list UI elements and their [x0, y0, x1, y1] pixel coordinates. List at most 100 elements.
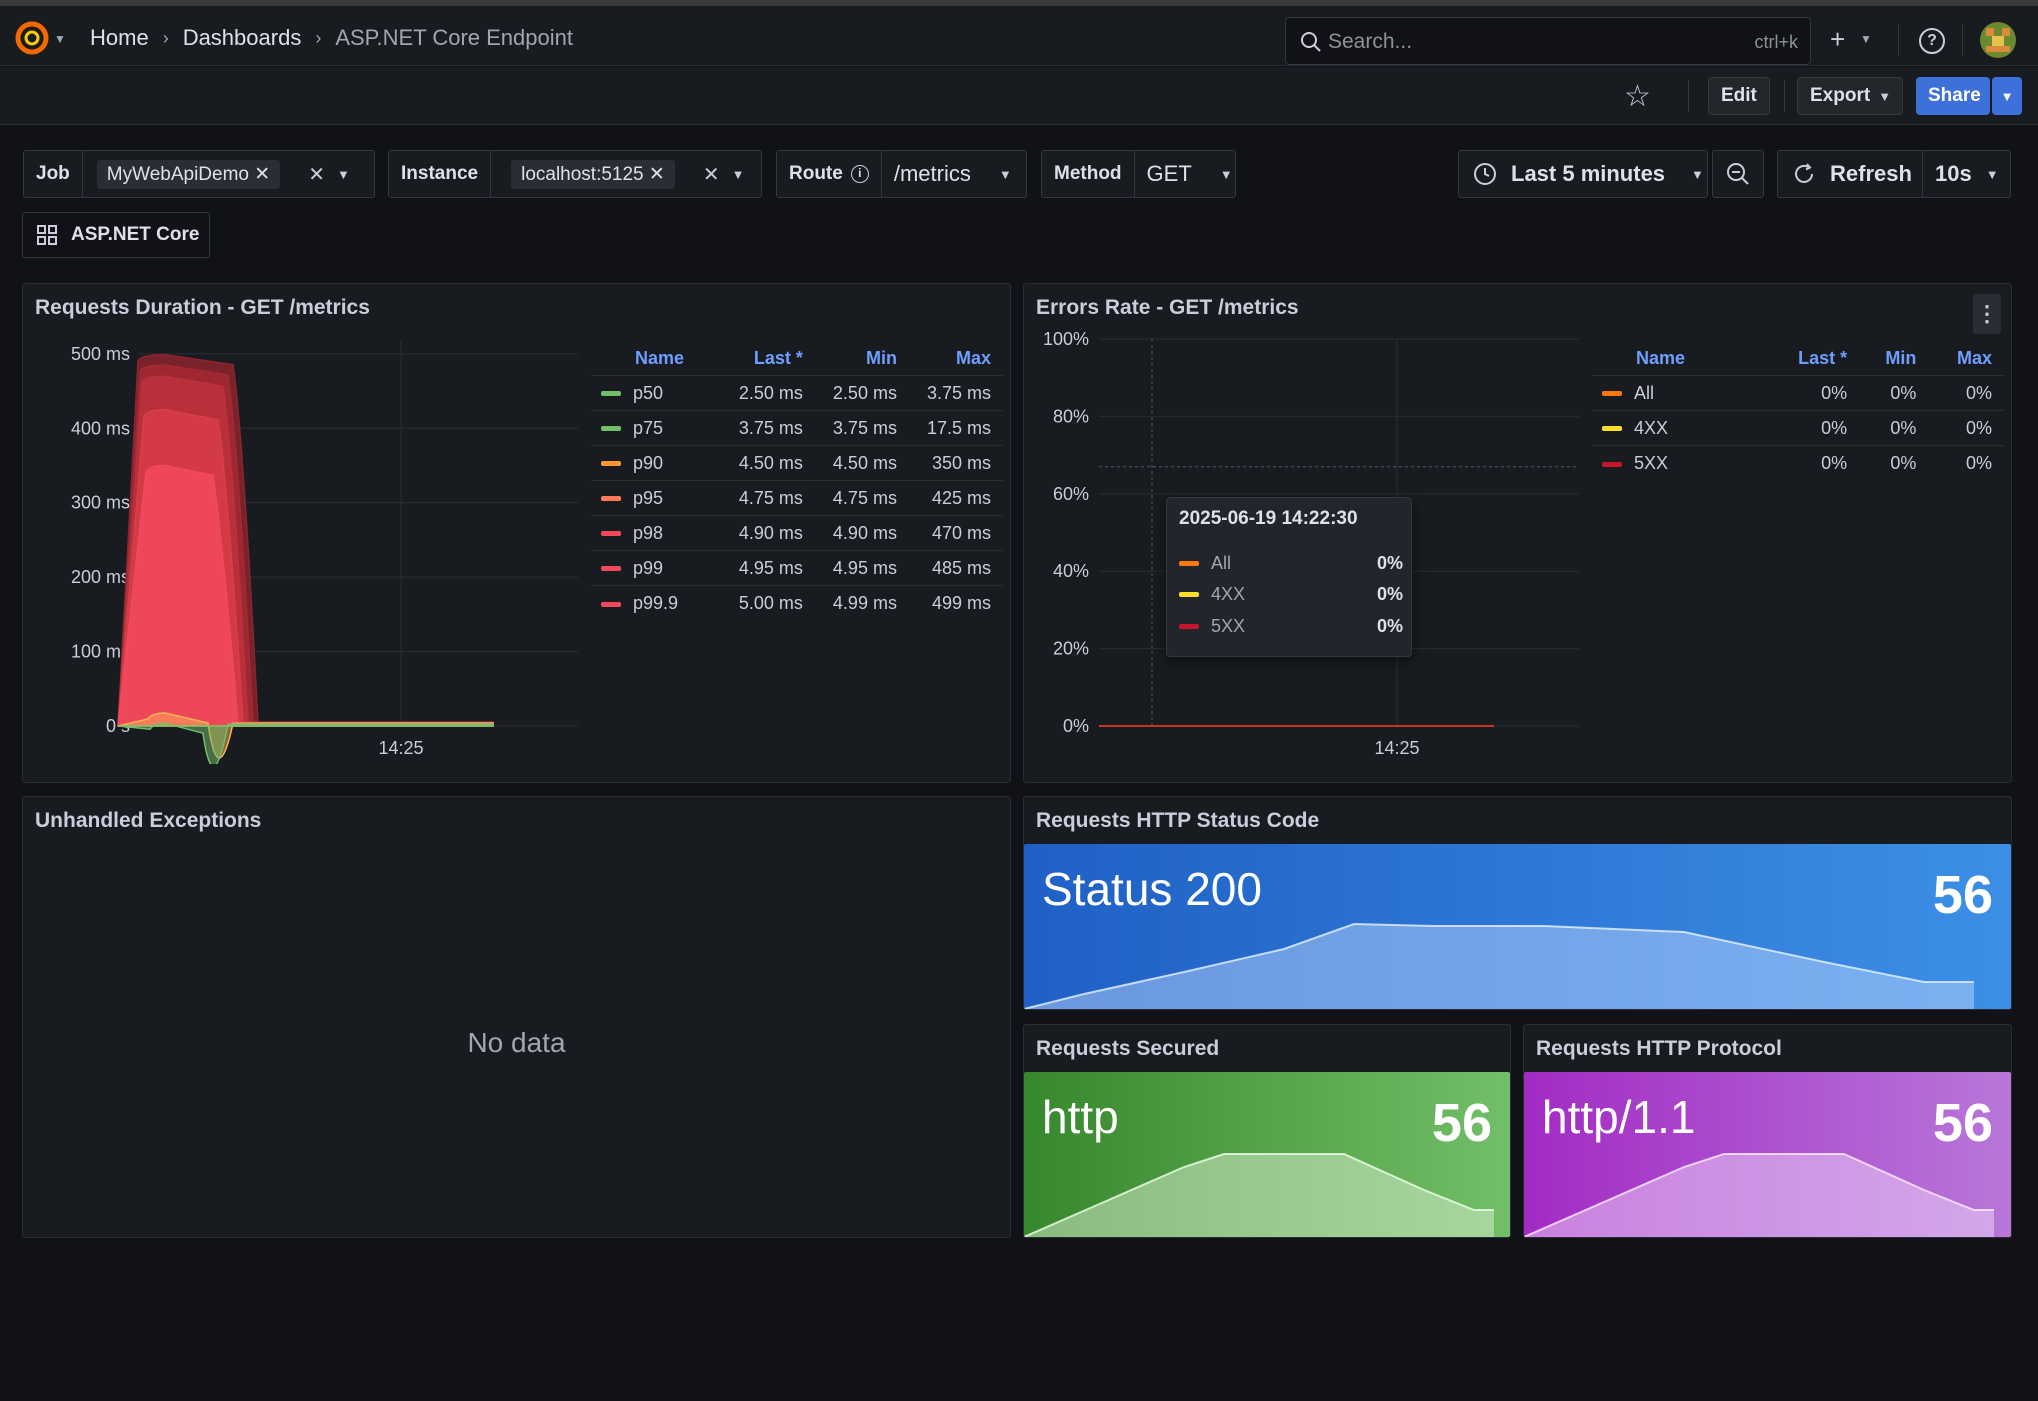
breadcrumb-dashboards[interactable]: Dashboards	[183, 25, 302, 51]
clear-icon[interactable]: ✕	[703, 162, 720, 187]
legend-row[interactable]: p99.9 5.00 ms 4.99 ms 499 ms	[591, 585, 1003, 621]
legend-header[interactable]: Name	[591, 342, 721, 376]
panel-requests-secured[interactable]: Requests Secured http 56	[1023, 1024, 1511, 1238]
chevron-down-icon: ▼	[1219, 166, 1233, 182]
info-icon[interactable]: i	[850, 165, 869, 183]
legend-row[interactable]: 4XX 0% 0% 0%	[1592, 410, 2004, 446]
chevron-down-icon: ▼	[1878, 88, 1892, 104]
remove-chip-icon[interactable]: ✕	[649, 164, 665, 185]
clear-icon[interactable]: ✕	[308, 162, 325, 187]
chevron-down-icon: ▼	[998, 166, 1012, 182]
panel-unhandled-exceptions[interactable]: Unhandled Exceptions No data	[22, 796, 1011, 1238]
panel-title: Requests Duration - GET /metrics	[35, 296, 370, 319]
legend-row[interactable]: All 0% 0% 0%	[1592, 375, 2004, 411]
x-tick-label: 14:25	[1374, 738, 1419, 758]
tooltip-row-value: 0%	[1376, 584, 1403, 604]
grafana-logo-icon[interactable]	[14, 20, 50, 56]
dashboard-link-button[interactable]: ASP.NET Core	[22, 212, 210, 258]
refresh-interval-picker[interactable]: 10s ▼	[1922, 150, 2011, 198]
stat-value: 56	[1431, 1093, 1492, 1153]
zoom-out-button[interactable]	[1712, 150, 1764, 198]
export-label: Export	[1810, 85, 1871, 106]
legend-header[interactable]: Last *	[1761, 342, 1859, 376]
breadcrumb-home[interactable]: Home	[90, 25, 149, 51]
export-button[interactable]: Export ▼	[1797, 77, 1903, 115]
time-range-picker[interactable]: Last 5 minutes ▼	[1458, 150, 1708, 198]
share-options-button[interactable]: ▼	[1992, 77, 2022, 115]
duration-legend: Name Last * Min Max p50 2.50 ms 2.50 ms 3.75 ms…	[591, 342, 1003, 621]
tooltip-row-name: 4XX	[1211, 584, 1246, 604]
variable-instance-value: localhost:5125	[521, 163, 644, 185]
divider	[1962, 24, 1963, 56]
errors-legend: Name Last * Min Max All 0% 0% 0% 4XX 0% 0% 0% 5XX 0% 0…	[1592, 342, 2004, 481]
legend-last: 0%	[1760, 375, 1860, 411]
panel-requests-duration[interactable]: Requests Duration - GET /metrics 0 s100 …	[22, 283, 1011, 783]
chevron-down-icon[interactable]: ▼	[337, 167, 350, 182]
legend-header[interactable]: Name	[1592, 342, 1761, 376]
legend-row[interactable]: p99 4.95 ms 4.95 ms 485 ms	[591, 550, 1003, 586]
legend-max: 0%	[1928, 445, 2004, 481]
legend-row[interactable]: p75 3.75 ms 3.75 ms 17.5 ms	[591, 410, 1003, 446]
legend-max: 17.5 ms	[908, 410, 1003, 446]
legend-min: 3.75 ms	[814, 410, 909, 446]
panel-title: Requests Secured	[1036, 1037, 1220, 1060]
legend-row[interactable]: p95 4.75 ms 4.75 ms 425 ms	[591, 480, 1003, 516]
variable-method-select[interactable]: GET ▼	[1135, 161, 1245, 187]
zoom-out-icon	[1727, 163, 1749, 185]
legend-header[interactable]: Min	[815, 342, 909, 376]
panel-http-status-code[interactable]: Requests HTTP Status Code Status 200 56	[1023, 796, 2012, 1010]
duration-chart[interactable]: 0 s100 ms200 ms300 ms400 ms500 ms14:25	[23, 324, 593, 764]
avatar[interactable]	[1980, 22, 2016, 58]
legend-header[interactable]: Min	[1859, 342, 1928, 376]
variable-job-chip[interactable]: MyWebApiDemo ✕	[96, 159, 281, 189]
star-icon[interactable]: ☆	[1624, 79, 1651, 114]
stat-value: 56	[1932, 1093, 1993, 1153]
dashboard-link-label: ASP.NET Core	[71, 224, 200, 245]
panel-http-protocol[interactable]: Requests HTTP Protocol http/1.1 56	[1523, 1024, 2012, 1238]
legend-row[interactable]: p90 4.50 ms 4.50 ms 350 ms	[591, 445, 1003, 481]
help-icon[interactable]: ?	[1919, 28, 1945, 54]
legend-last: 3.75 ms	[720, 410, 815, 446]
variable-job-label: Job	[24, 151, 83, 197]
chevron-right-icon: ›	[162, 27, 169, 48]
panel-title: Unhandled Exceptions	[35, 809, 262, 832]
chevron-down-icon[interactable]: ▼	[1860, 32, 1872, 46]
legend-header[interactable]: Max	[1928, 342, 2004, 376]
series-swatch	[1602, 426, 1622, 432]
y-tick-label: 200 ms	[71, 567, 130, 587]
variable-route-select[interactable]: /metrics ▼	[882, 161, 1024, 187]
legend-row[interactable]: 5XX 0% 0% 0%	[1592, 445, 2004, 481]
share-button[interactable]: Share	[1916, 77, 1990, 115]
divider	[1688, 80, 1689, 112]
legend-header[interactable]: Max	[909, 342, 1003, 376]
edit-button[interactable]: Edit	[1708, 77, 1770, 115]
legend-last: 4.95 ms	[720, 550, 815, 586]
chevron-down-icon: ▼	[1985, 166, 1999, 182]
legend-row[interactable]: p50 2.50 ms 2.50 ms 3.75 ms	[591, 375, 1003, 411]
legend-header[interactable]: Last *	[721, 342, 815, 376]
tooltip-row-value: 0%	[1376, 616, 1403, 636]
legend-min: 0%	[1859, 375, 1929, 411]
breadcrumb-current: ASP.NET Core Endpoint	[335, 25, 573, 50]
panel-menu-icon[interactable]: ⋮	[1973, 294, 2001, 334]
legend-min: 4.75 ms	[814, 480, 909, 516]
chevron-down-icon[interactable]: ▼	[54, 32, 66, 46]
legend-row[interactable]: p98 4.90 ms 4.90 ms 470 ms	[591, 515, 1003, 551]
add-icon[interactable]: +	[1830, 24, 1845, 55]
y-tick-label: 100%	[1043, 329, 1089, 349]
legend-last: 0%	[1760, 445, 1860, 481]
variable-instance-label: Instance	[389, 151, 492, 197]
variable-instance: Instance localhost:5125 ✕ ✕ ▼	[388, 150, 762, 198]
chevron-down-icon[interactable]: ▼	[732, 167, 745, 182]
apps-icon	[37, 225, 57, 245]
series-swatch	[601, 461, 621, 467]
clock-icon	[1474, 163, 1496, 185]
y-tick-label: 400 ms	[71, 418, 130, 438]
y-tick-label: 60%	[1053, 484, 1089, 504]
search-input[interactable]: Search... ctrl+k	[1285, 17, 1811, 65]
refresh-button[interactable]: Refresh	[1777, 150, 1922, 198]
chevron-down-icon: ▼	[2000, 88, 2014, 104]
series-swatch	[1179, 592, 1199, 597]
remove-chip-icon[interactable]: ✕	[254, 164, 270, 185]
variable-instance-chip[interactable]: localhost:5125 ✕	[511, 159, 675, 189]
